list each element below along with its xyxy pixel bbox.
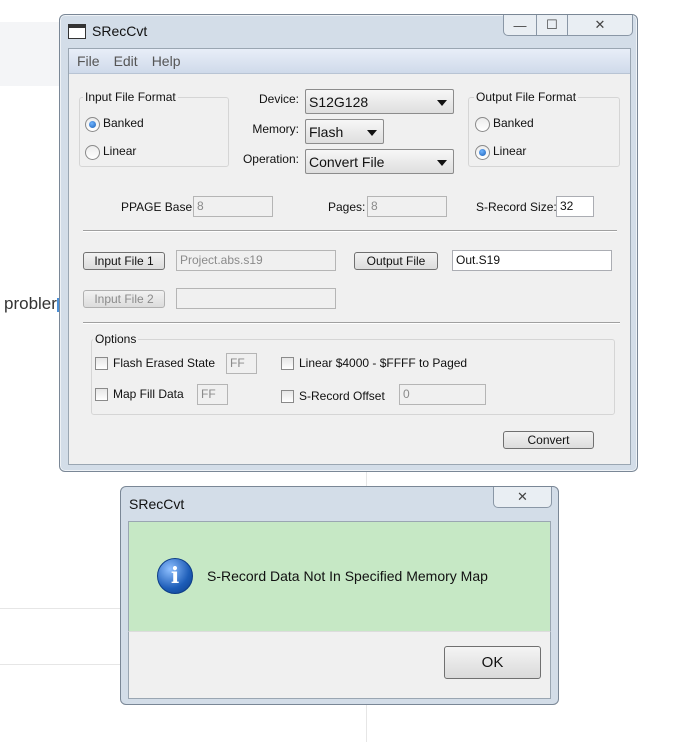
srecord-size-field[interactable]: 32 [556, 196, 594, 217]
input-file-2-button[interactable]: Input File 2 [83, 290, 165, 308]
dialog-title: SRecCvt [129, 496, 185, 512]
pages-label: Pages: [328, 200, 366, 214]
menu-help[interactable]: Help [152, 53, 187, 69]
maximize-button[interactable]: ☐ [537, 15, 568, 35]
input-file-1-button[interactable]: Input File 1 [83, 252, 165, 270]
input-linear-label: Linear [103, 144, 137, 158]
chevron-down-icon [437, 160, 447, 166]
minimize-button[interactable]: — [504, 15, 537, 35]
operation-select[interactable]: Convert File [305, 149, 454, 174]
input-file-1-field[interactable]: Project.abs.s19 [176, 250, 336, 271]
map-fill-data-field[interactable]: FF [197, 384, 228, 405]
menu-file[interactable]: File [77, 53, 106, 69]
dialog-footer: OK [128, 631, 551, 699]
main-window: SRecCvt — ☐ ✕ File Edit Help Input File … [59, 14, 638, 472]
flash-erased-state-field[interactable]: FF [226, 353, 257, 374]
caption-buttons: — ☐ ✕ [503, 15, 633, 36]
operation-label: Operation: [242, 152, 299, 166]
input-file-format-group [79, 97, 229, 167]
chevron-down-icon [437, 100, 447, 106]
linear-to-paged-checkbox[interactable] [281, 357, 294, 370]
message-dialog: SRecCvt ✕ i S-Record Data Not In Specifi… [120, 486, 559, 705]
info-icon: i [157, 558, 193, 594]
map-fill-data-checkbox[interactable] [95, 388, 108, 401]
input-linear-radio[interactable] [85, 145, 100, 160]
srecord-offset-label: S-Record Offset [299, 389, 385, 403]
input-banked-label: Banked [103, 116, 144, 130]
options-group [91, 339, 615, 415]
output-banked-radio[interactable] [475, 117, 490, 132]
output-file-field[interactable]: Out.S19 [452, 250, 612, 271]
output-file-format-label: Output File Format [474, 90, 579, 104]
options-label: Options [93, 332, 139, 346]
output-banked-label: Banked [493, 116, 534, 130]
menu-edit[interactable]: Edit [114, 53, 144, 69]
output-file-button[interactable]: Output File [354, 252, 438, 270]
background-text: probler [4, 294, 57, 313]
output-file-format-group [468, 97, 620, 167]
linear-to-paged-label: Linear $4000 - $FFFF to Paged [299, 356, 468, 370]
memory-select[interactable]: Flash [305, 119, 384, 144]
dialog-body: i S-Record Data Not In Specified Memory … [128, 521, 551, 632]
separator [83, 230, 617, 232]
chevron-down-icon [367, 130, 377, 136]
background-divider [0, 608, 120, 609]
memory-value: Flash [309, 124, 344, 140]
device-label: Device: [258, 92, 299, 106]
background-panel [0, 22, 60, 86]
window-title: SRecCvt [92, 23, 148, 39]
close-button[interactable]: ✕ [568, 15, 632, 35]
menu-bar: File Edit Help [69, 49, 630, 74]
dialog-caption-buttons: ✕ [493, 487, 552, 508]
ok-button[interactable]: OK [444, 646, 541, 679]
app-icon [68, 24, 86, 39]
ppage-base-field[interactable]: 8 [193, 196, 273, 217]
pages-field[interactable]: 8 [367, 196, 447, 217]
srecord-offset-field[interactable]: 0 [399, 384, 486, 405]
operation-value: Convert File [309, 154, 385, 170]
memory-label: Memory: [252, 122, 299, 136]
ppage-base-label: PPAGE Base: [121, 200, 196, 214]
input-file-format-label: Input File Format [83, 90, 178, 104]
window-client: File Edit Help Input File Format Banked … [68, 48, 631, 465]
device-value: S12G128 [309, 94, 369, 110]
map-fill-data-label: Map Fill Data [113, 387, 184, 401]
srecord-size-label: S-Record Size: [476, 200, 557, 214]
output-linear-radio[interactable] [475, 145, 490, 160]
input-banked-radio[interactable] [85, 117, 100, 132]
srecord-offset-checkbox[interactable] [281, 390, 294, 403]
dialog-close-button[interactable]: ✕ [494, 487, 551, 507]
flash-erased-state-label: Flash Erased State [113, 356, 216, 370]
dialog-message: S-Record Data Not In Specified Memory Ma… [207, 568, 488, 584]
device-select[interactable]: S12G128 [305, 89, 454, 114]
separator [83, 322, 620, 324]
input-file-2-field[interactable] [176, 288, 336, 309]
output-linear-label: Linear [493, 144, 527, 158]
convert-button[interactable]: Convert [503, 431, 594, 449]
background-divider [0, 664, 120, 665]
flash-erased-state-checkbox[interactable] [95, 357, 108, 370]
